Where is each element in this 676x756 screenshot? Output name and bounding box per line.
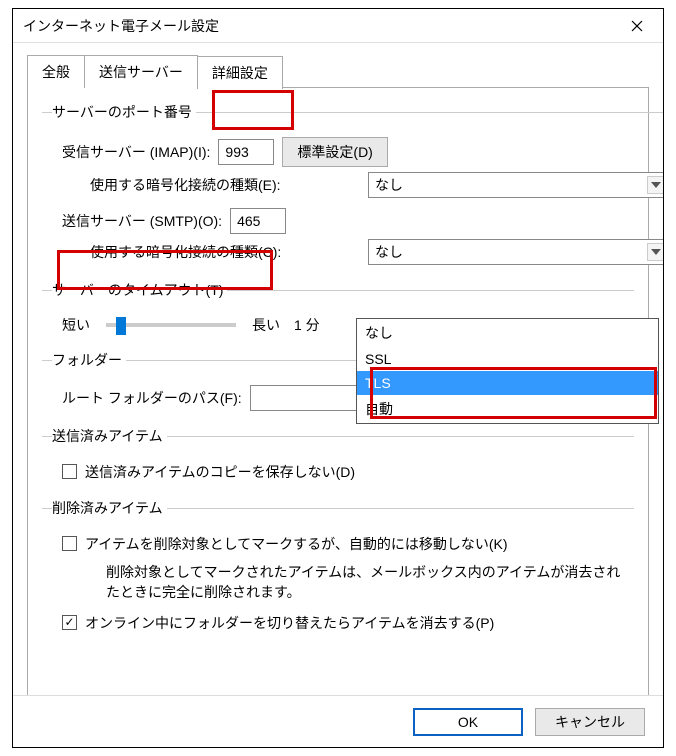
deleted-note: 削除対象としてマークされたアイテムは、メールボックス内のアイテムが消去されたとき… [52, 560, 634, 607]
reset-defaults-button[interactable]: 標準設定(D) [282, 137, 387, 167]
titlebar: インターネット電子メール設定 [13, 9, 663, 43]
cancel-button[interactable]: キャンセル [535, 708, 645, 736]
reset-defaults-label: 標準設定(D) [297, 144, 372, 160]
tab-advanced[interactable]: 詳細設定 [197, 56, 283, 89]
group-timeout-legend: サーバーのタイムアウト(T) [52, 280, 227, 300]
close-button[interactable] [617, 9, 657, 42]
dont-save-sent-label: 送信済みアイテムのコピーを保存しない(D) [85, 462, 355, 482]
dropdown-item-label: SSL [365, 351, 391, 367]
smtp-encryption-dropdown: なし SSL TLS 自動 [356, 318, 659, 424]
group-folder-legend: フォルダー [52, 350, 126, 370]
tab-outgoing-server[interactable]: 送信サーバー [84, 55, 198, 88]
mark-for-delete-label: アイテムを削除対象としてマークするが、自動的には移動しない(K) [85, 534, 508, 554]
dropdown-item-auto[interactable]: 自動 [357, 395, 658, 423]
timeout-long-label: 長い [252, 315, 280, 335]
tab-outgoing-label: 送信サーバー [99, 64, 183, 80]
tab-advanced-label: 詳細設定 [212, 65, 268, 81]
ok-button[interactable]: OK [413, 708, 523, 736]
smtp-port-label: 送信サーバー (SMTP)(O): [62, 211, 222, 231]
slider-thumb[interactable] [116, 317, 126, 335]
group-ports: サーバーのポート番号 受信サーバー (IMAP)(I): 標準設定(D) 使用す… [42, 102, 663, 276]
root-folder-label: ルート フォルダーのパス(F): [62, 388, 242, 408]
dropdown-item-label: なし [365, 325, 393, 341]
smtp-encryption-select[interactable]: なし [368, 239, 663, 265]
imap-port-input[interactable] [218, 139, 274, 165]
group-deleted-legend: 削除済みアイテム [52, 498, 167, 518]
timeout-slider[interactable] [106, 323, 236, 327]
timeout-value: 1 分 [294, 315, 320, 335]
group-deleted: 削除済みアイテム アイテムを削除対象としてマークするが、自動的には移動しない(K… [42, 498, 634, 645]
cancel-button-label: キャンセル [555, 712, 625, 732]
dropdown-item-none[interactable]: なし [357, 319, 658, 347]
smtp-port-input[interactable] [230, 208, 286, 234]
tab-general-label: 全般 [42, 64, 70, 80]
dropdown-item-tls[interactable]: TLS [357, 371, 658, 395]
button-bar: OK キャンセル [13, 695, 663, 747]
imap-encryption-select[interactable]: なし [368, 172, 663, 198]
timeout-short-label: 短い [62, 315, 90, 335]
imap-encryption-value: なし [375, 175, 403, 195]
group-sent: 送信済みアイテム 送信済みアイテムのコピーを保存しない(D) [42, 426, 634, 494]
tab-general[interactable]: 全般 [27, 55, 85, 88]
mark-for-delete-checkbox[interactable] [62, 536, 77, 551]
smtp-encryption-label: 使用する暗号化接続の種類(C): [90, 242, 360, 262]
dialog-window: インターネット電子メール設定 全般 送信サーバー 詳細設定 サーバーのポート番号… [12, 8, 664, 748]
dialog-body: 全般 送信サーバー 詳細設定 サーバーのポート番号 受信サーバー (IMAP)(… [13, 43, 663, 695]
chevron-down-icon [647, 243, 663, 261]
ok-button-label: OK [458, 714, 478, 730]
tab-bar: 全般 送信サーバー 詳細設定 [27, 55, 649, 88]
dropdown-item-label: 自動 [365, 401, 393, 417]
purge-on-switch-label: オンライン中にフォルダーを切り替えたらアイテムを消去する(P) [85, 613, 494, 633]
chevron-down-icon [647, 176, 663, 194]
window-title: インターネット電子メール設定 [23, 16, 219, 36]
group-ports-legend: サーバーのポート番号 [52, 102, 196, 122]
dropdown-item-ssl[interactable]: SSL [357, 347, 658, 371]
imap-encryption-label: 使用する暗号化接続の種類(E): [90, 175, 360, 195]
group-sent-legend: 送信済みアイテム [52, 426, 167, 446]
dont-save-sent-checkbox[interactable] [62, 464, 77, 479]
dropdown-item-label: TLS [365, 375, 391, 391]
close-icon [631, 20, 643, 32]
purge-on-switch-checkbox[interactable]: ✓ [62, 615, 77, 630]
smtp-encryption-value: なし [375, 242, 403, 262]
imap-port-label: 受信サーバー (IMAP)(I): [62, 142, 210, 162]
